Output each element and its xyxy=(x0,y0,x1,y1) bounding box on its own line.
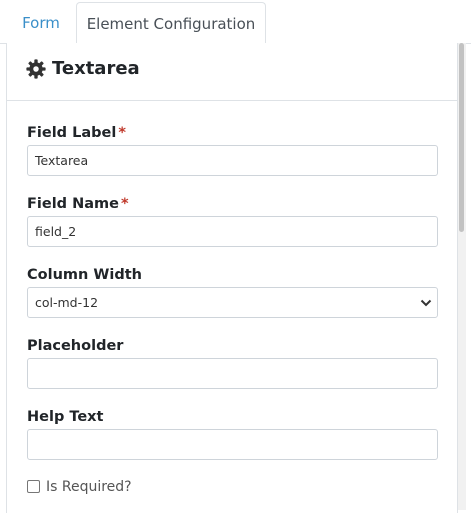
field-name-text: Field Name xyxy=(27,196,119,212)
field-label-text: Field Label xyxy=(27,125,117,141)
panel-title: Textarea xyxy=(52,58,140,79)
required-asterisk: * xyxy=(118,125,126,141)
field-label-input[interactable]: Textarea xyxy=(27,145,438,176)
is-required-checkbox[interactable] xyxy=(27,480,40,493)
tab-form[interactable]: Form xyxy=(7,2,75,44)
field-name-input[interactable]: field_2 xyxy=(27,216,438,247)
is-required-label[interactable]: Is Required? xyxy=(46,477,132,497)
field-name-label: Field Name * xyxy=(27,194,129,214)
gear-icon xyxy=(26,59,46,79)
placeholder-input[interactable] xyxy=(27,358,438,389)
scrollbar-thumb[interactable] xyxy=(459,43,464,232)
required-asterisk: * xyxy=(120,196,129,212)
chevron-down-icon xyxy=(420,299,432,307)
panel-header: Textarea xyxy=(7,43,457,101)
tab-element-configuration[interactable]: Element Configuration xyxy=(76,2,266,45)
placeholder-label: Placeholder xyxy=(27,338,124,354)
column-width-select[interactable]: col-md-12 xyxy=(27,287,438,318)
column-width-selected-value: col-md-12 xyxy=(35,295,99,310)
help-text-input[interactable] xyxy=(27,429,438,460)
tab-bar: Form Element Configuration xyxy=(0,0,471,45)
column-width-label: Column Width xyxy=(27,267,142,283)
element-configuration-panel: Textarea Field Label * Textarea Field Nam… xyxy=(6,43,458,513)
field-label-label: Field Label * xyxy=(27,123,126,143)
help-text-label: Help Text xyxy=(27,409,104,425)
